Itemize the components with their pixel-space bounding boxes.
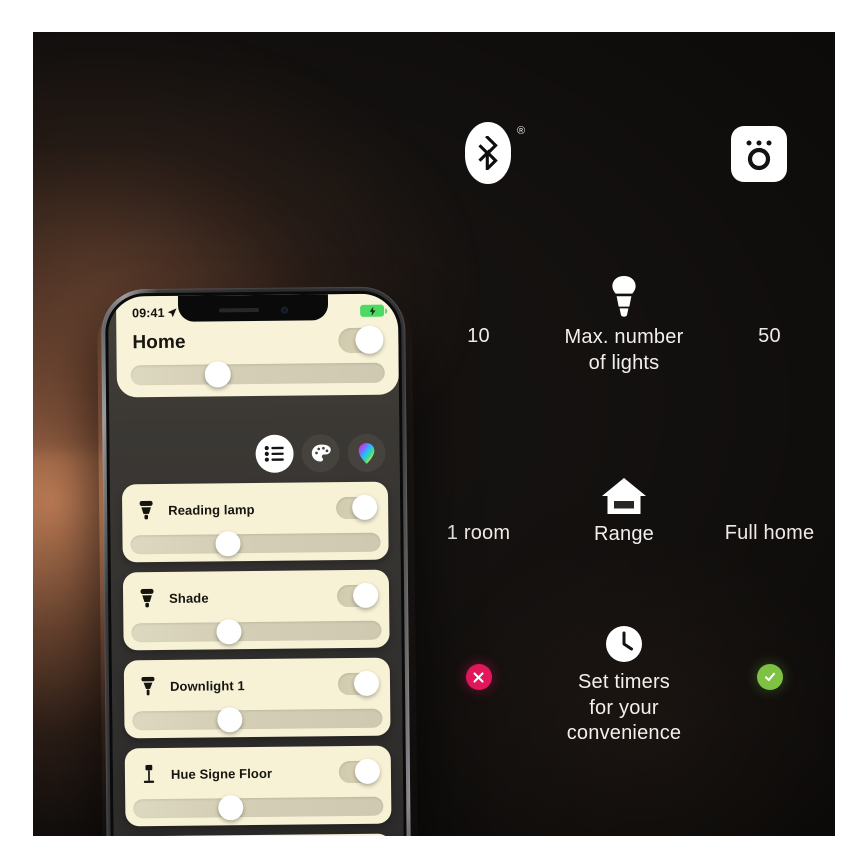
timers-left-badge <box>413 620 544 690</box>
toggle-knob <box>352 582 379 608</box>
light-card-header: Downlight 1 <box>124 668 390 703</box>
location-arrow-icon <box>168 308 177 318</box>
phone-screen: 09:41 Home Reading lamp Shade Downlight … <box>107 293 405 836</box>
light-name: Downlight 1 <box>169 677 245 694</box>
toggle-knob <box>352 494 378 520</box>
max-lights-right-value: 50 <box>758 325 781 347</box>
light-toggle[interactable] <box>336 494 378 520</box>
range-label: Range <box>594 523 654 545</box>
control-colors[interactable] <box>347 433 386 473</box>
bluetooth-icon <box>465 122 511 184</box>
bulb-spot-icon <box>136 500 156 520</box>
screenshot-root: ® 10 Max. number of lights 50 1 room Ran… <box>0 0 868 868</box>
earpiece-speaker <box>218 307 259 313</box>
max-lights-label: Max. number of lights <box>564 326 684 374</box>
slider-handle[interactable] <box>215 531 241 557</box>
range-right-value: Full home <box>724 522 815 544</box>
timers-right-badge <box>704 620 835 690</box>
house-icon <box>544 472 704 516</box>
promo-scene: ® 10 Max. number of lights 50 1 room Ran… <box>33 32 835 836</box>
light-name: Reading lamp <box>168 501 255 518</box>
light-brightness-slider[interactable] <box>132 707 383 733</box>
list-icon <box>264 445 284 462</box>
phone-notch <box>177 294 329 322</box>
light-name: Shade <box>169 589 209 606</box>
slider-handle[interactable] <box>204 361 231 388</box>
light-brightness-slider[interactable] <box>131 619 382 645</box>
home-title-row: Home <box>116 323 398 365</box>
phone-mockup: 09:41 Home Reading lamp Shade Downlight … <box>89 286 422 836</box>
light-brightness-slider[interactable] <box>133 795 384 821</box>
lightbulb-icon <box>544 275 704 319</box>
max-lights-left-value: 10 <box>467 325 490 347</box>
bulb-spot-icon <box>137 588 157 608</box>
toggle-knob <box>355 325 384 354</box>
phone-bezel: 09:41 Home Reading lamp Shade Downlight … <box>104 290 408 836</box>
slider-handle[interactable] <box>217 707 243 733</box>
light-card-header: Shade <box>123 580 389 615</box>
status-bar-time: 09:41 <box>132 305 165 321</box>
light-card-shade[interactable]: Shade <box>122 569 390 651</box>
toggle-knob <box>353 670 380 696</box>
control-scenes[interactable] <box>301 434 340 473</box>
comparison-column: ® 10 Max. number of lights 50 1 room Ran… <box>413 32 835 836</box>
hue-bridge-icon <box>731 126 787 182</box>
battery-charging-icon <box>360 304 385 317</box>
light-toggle[interactable] <box>338 758 381 784</box>
light-card-reading-lamp[interactable]: Reading lamp <box>121 481 389 563</box>
comparison-row-timers: Set timers for your convenience <box>413 620 835 747</box>
phone-frame: 09:41 Home Reading lamp Shade Downlight … <box>100 286 412 836</box>
home-master-toggle[interactable] <box>338 325 384 354</box>
control-list-view[interactable] <box>255 434 294 473</box>
toggle-knob <box>354 758 381 784</box>
light-card-downlight-1[interactable]: Downlight 1 <box>123 657 391 739</box>
page-title: Home <box>132 331 186 353</box>
check-badge <box>756 664 783 690</box>
cross-badge <box>465 664 492 690</box>
palette-icon <box>311 444 331 462</box>
max-lights-center: Max. number of lights <box>544 275 704 376</box>
view-mode-controls <box>255 433 386 473</box>
light-card-header: Hue Signe Floor <box>125 756 391 791</box>
color-pin-icon <box>358 442 375 464</box>
comparison-row-range: 1 room Range Full home <box>413 472 835 548</box>
bulb-downlight-icon <box>138 676 158 696</box>
light-name: Hue Signe Floor <box>170 765 273 782</box>
front-camera <box>280 306 288 314</box>
lights-list: Reading lamp Shade Downlight 1 Hue Signe… <box>121 481 393 836</box>
comparison-row-max-lights: 10 Max. number of lights 50 <box>413 275 835 376</box>
light-toggle[interactable] <box>336 582 379 608</box>
clock-icon <box>544 620 704 664</box>
slider-handle[interactable] <box>218 795 244 821</box>
range-left-value: 1 room <box>446 522 511 544</box>
light-brightness-slider[interactable] <box>130 531 381 557</box>
technology-icons-row: ® <box>413 32 835 184</box>
home-brightness-slider[interactable] <box>130 361 385 388</box>
light-toggle[interactable] <box>337 670 380 696</box>
registered-trademark-mark: ® <box>517 125 526 137</box>
slider-handle[interactable] <box>216 619 242 645</box>
status-bar-time-group: 09:41 <box>132 306 178 320</box>
light-card-header: Reading lamp <box>122 492 388 527</box>
floor-lamp-icon <box>139 764 159 784</box>
light-card-hue-flourish[interactable]: Hue Flourish <box>125 833 393 836</box>
light-card-hue-signe-floor[interactable]: Hue Signe Floor <box>124 745 392 827</box>
timers-center: Set timers for your convenience <box>544 620 704 747</box>
range-center: Range <box>544 472 704 548</box>
timers-label: Set timers for your convenience <box>566 671 682 745</box>
